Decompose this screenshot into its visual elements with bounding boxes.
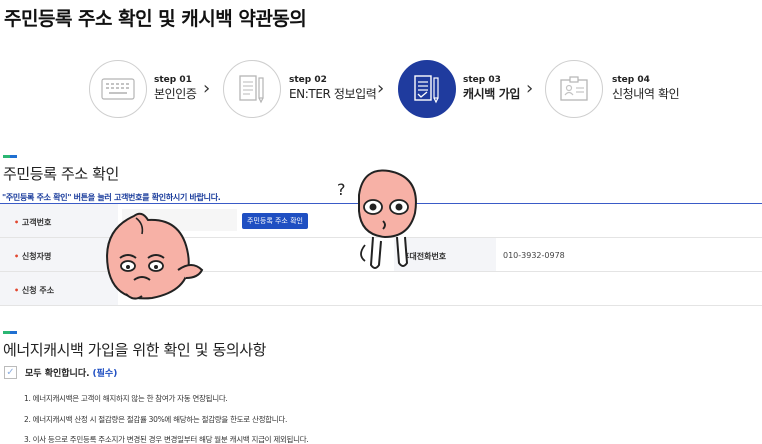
- step-4-number: step 04: [612, 75, 650, 85]
- step-3-label: 캐시백 가입: [463, 87, 520, 101]
- section-accent-bar: [3, 155, 17, 158]
- phone-value: 010-3932-0978: [503, 251, 565, 260]
- step-3-circle: [398, 60, 456, 118]
- applicant-name-label-text: 신청자명: [21, 252, 52, 261]
- step-indicator: step 01 본인인증 › step 02 EN:TER 정보입력 › ste…: [0, 60, 762, 120]
- step-1-number: step 01: [154, 75, 192, 85]
- step-3: step 03 캐시백 가입: [463, 74, 520, 102]
- step-4-label: 신청내역 확인: [612, 87, 680, 101]
- svg-text:?: ?: [337, 180, 346, 199]
- keyboard-icon: [101, 78, 135, 100]
- step-2: step 02 EN:TER 정보입력: [289, 74, 377, 102]
- check-all-label[interactable]: 모두 확인합니다.: [25, 366, 90, 379]
- step-3-number: step 03: [463, 75, 501, 85]
- term-item: 3. 이사 등으로 주민등록 주소지가 변경된 경우 변경일부터 해당 월분 캐…: [24, 435, 309, 444]
- term-item: 2. 에너지캐시백 산정 시 절감량은 절감률 30%에 해당하는 절감량을 한…: [24, 414, 288, 424]
- step-1-label: 본인인증: [154, 87, 197, 101]
- address-check-button[interactable]: 주민등록 주소 확인: [242, 213, 308, 229]
- chevron-right-icon: ›: [377, 78, 385, 99]
- id-card-icon: [560, 76, 588, 101]
- step-1-circle: [89, 60, 147, 118]
- step-2-circle: [223, 60, 281, 118]
- required-mark: •: [14, 218, 20, 227]
- peach-character-left: [106, 212, 204, 300]
- step-2-number: step 02: [289, 75, 327, 85]
- consent-section-title: 에너지캐시백 가입을 위한 확인 및 동의사항: [3, 341, 267, 359]
- step-4-circle: [545, 60, 603, 118]
- page-title: 주민등록 주소 확인 및 캐시백 약관동의: [4, 8, 307, 30]
- check-all-checkbox[interactable]: ✓: [4, 366, 17, 379]
- terms-list: 1. 에너지캐시백은 고객이 해지하지 않는 한 참여가 자동 연장됩니다. 2…: [24, 394, 309, 444]
- peach-character-right: ?: [337, 169, 417, 269]
- chevron-right-icon: ›: [203, 78, 211, 99]
- step-1: step 01 본인인증: [154, 74, 197, 102]
- customer-number-label-text: 고객번호: [21, 218, 52, 227]
- address-label-text: 신청 주소: [21, 286, 55, 295]
- check-all-row[interactable]: ✓ 모두 확인합니다. (필수): [4, 366, 117, 379]
- check-all-required: (필수): [92, 369, 118, 379]
- term-item: 1. 에너지캐시백은 고객이 해지하지 않는 한 참여가 자동 연장됩니다.: [24, 394, 228, 403]
- step-2-label: EN:TER 정보입력: [289, 87, 377, 101]
- section-accent-bar: [3, 331, 17, 334]
- chevron-right-icon: ›: [526, 78, 534, 99]
- document-pen-icon: [414, 75, 439, 104]
- document-pen-icon: [239, 75, 264, 104]
- step-4: step 04 신청내역 확인: [612, 74, 680, 102]
- required-mark: •: [14, 252, 20, 261]
- address-section-title: 주민등록 주소 확인: [3, 165, 119, 183]
- address-notice: "주민등록 주소 확인" 버튼을 눌러 고객번호를 확인하시기 바랍니다.: [2, 193, 221, 202]
- required-mark: •: [14, 286, 20, 295]
